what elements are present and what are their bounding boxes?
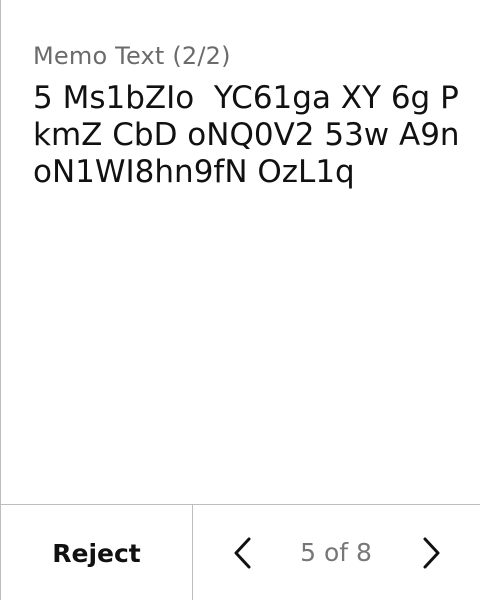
memo-content: Memo Text (2/2) 5 Ms1bZIo YC61ga XY 6g P… (33, 38, 460, 191)
chevron-right-icon (423, 537, 440, 569)
page-indicator: 5 of 8 (300, 538, 372, 567)
previous-page-button[interactable] (223, 533, 263, 573)
chevron-left-icon (234, 537, 251, 569)
memo-text: 5 Ms1bZIo YC61ga XY 6g P kmZ CbD oNQ0V2 … (33, 80, 469, 190)
next-page-button[interactable] (411, 533, 451, 573)
memo-screen: Memo Text (2/2) 5 Ms1bZIo YC61ga XY 6g P… (0, 0, 480, 600)
footer-bar: Reject 5 of 8 (1, 504, 480, 600)
memo-label: Memo Text (2/2) (33, 42, 231, 70)
reject-button[interactable]: Reject (1, 505, 193, 600)
reject-button-label: Reject (52, 538, 141, 568)
pager: 5 of 8 (193, 505, 480, 600)
